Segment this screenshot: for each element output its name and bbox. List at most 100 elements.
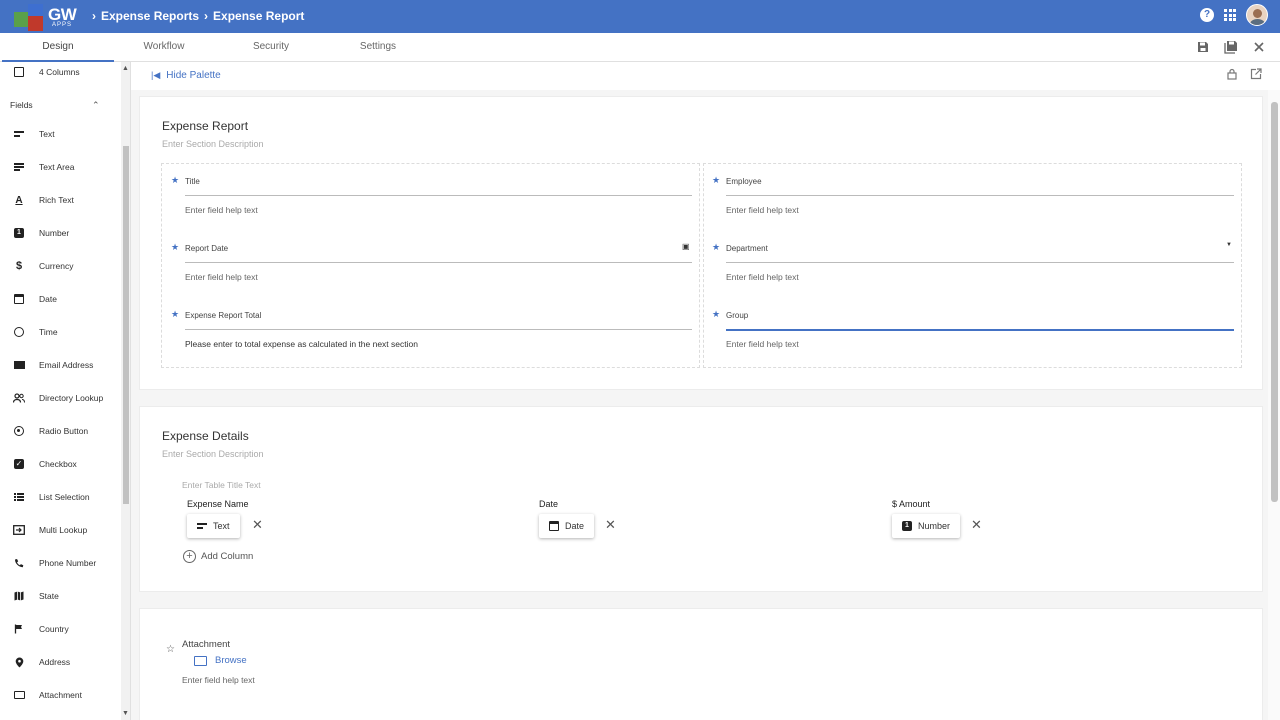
apps-grid-icon[interactable] <box>1224 9 1236 21</box>
required-star-icon: ★ <box>712 309 721 319</box>
scroll-up-arrow-icon[interactable]: ▲ <box>122 65 129 72</box>
folder-icon <box>13 689 25 701</box>
collapse-left-icon: |◀ <box>151 70 161 80</box>
column-header-expense-name[interactable]: Expense Name <box>187 499 249 509</box>
checkbox-icon: ✓ <box>14 459 24 469</box>
columns-icon <box>13 66 25 78</box>
sidebar-item-radio-button[interactable]: Radio Button <box>0 421 120 441</box>
field-report-date[interactable]: ★ Report Date ▣ Enter field help text <box>171 242 694 287</box>
field-title[interactable]: ★ Title Enter field help text <box>171 175 694 220</box>
tab-settings[interactable]: Settings <box>322 33 434 62</box>
logo-green-square <box>14 12 29 27</box>
clock-icon <box>13 326 25 338</box>
section-title[interactable]: Expense Details <box>162 429 249 443</box>
sidebar-item-country[interactable]: Country <box>0 619 120 639</box>
close-icon[interactable] <box>1252 40 1266 54</box>
form-canvas: |◀ Hide Palette Expense Report Enter Sec… <box>131 62 1280 720</box>
avatar[interactable] <box>1246 4 1268 26</box>
field-department[interactable]: ★ Department ▼ Enter field help text <box>712 242 1237 287</box>
sidebar-item-time[interactable]: Time <box>0 322 120 342</box>
sidebar-item-text[interactable]: Text <box>0 124 120 144</box>
flag-icon <box>13 623 25 635</box>
save-as-icon[interactable] <box>1224 40 1238 54</box>
hide-palette-button[interactable]: |◀ Hide Palette <box>151 70 221 81</box>
table-title-input[interactable]: Enter Table Title Text <box>182 480 261 490</box>
column-type-chip-number[interactable]: 1 Number <box>892 514 961 538</box>
chevron-right-icon: › <box>92 9 96 23</box>
breadcrumb-expense-report: Expense Report <box>213 9 305 23</box>
top-bar: GW APPS › Expense Reports › Expense Repo… <box>0 0 1280 33</box>
remove-column-icon[interactable]: ✕ <box>252 517 263 533</box>
field-expense-report-total[interactable]: ★ Expense Report Total Please enter to t… <box>171 309 694 354</box>
designer-tabs: Design Workflow Security Settings <box>0 33 1280 62</box>
map-icon <box>13 590 25 602</box>
sidebar-item-email-address[interactable]: Email Address <box>0 355 120 375</box>
attachment-label: Attachment <box>182 639 231 650</box>
field-palette-sidebar: 4 Columns Fields ⌃ Text Text Area A Rich… <box>0 62 131 720</box>
remove-column-icon[interactable]: ✕ <box>971 517 982 533</box>
dropdown-arrow-icon[interactable]: ▼ <box>1226 242 1232 248</box>
list-icon <box>13 491 25 503</box>
section-description[interactable]: Enter Section Description <box>162 449 264 459</box>
section-attachment[interactable] <box>139 608 1263 720</box>
sidebar-item-state[interactable]: State <box>0 586 120 606</box>
column-header-date[interactable]: Date <box>539 499 558 509</box>
column-header-amount[interactable]: $ Amount <box>892 499 930 509</box>
sidebar-item-address[interactable]: Address <box>0 652 120 672</box>
multi-lookup-icon <box>13 524 25 536</box>
optional-star-icon[interactable]: ☆ <box>166 644 175 655</box>
required-star-icon: ★ <box>712 175 721 185</box>
sidebar-item-attachment[interactable]: Attachment <box>0 685 120 705</box>
section-expense-details[interactable]: Expense Details Enter Section Descriptio… <box>139 406 1263 592</box>
field-help-text: Enter field help text <box>182 675 255 685</box>
sidebar-item-number[interactable]: 1 Number <box>0 223 120 243</box>
sidebar-item-checkbox[interactable]: ✓ Checkbox <box>0 454 120 474</box>
pin-icon <box>13 656 25 668</box>
scroll-down-arrow-icon[interactable]: ▼ <box>122 710 129 717</box>
sidebar-item-phone-number[interactable]: Phone Number <box>0 553 120 573</box>
sidebar-item-rich-text[interactable]: A Rich Text <box>0 190 120 210</box>
column-type-chip-text[interactable]: Text <box>187 514 240 538</box>
tab-design[interactable]: Design <box>2 33 114 62</box>
gw-apps-logo[interactable]: GW APPS <box>14 4 80 31</box>
sidebar-item-multi-lookup[interactable]: Multi Lookup <box>0 520 120 540</box>
text-area-icon <box>13 161 25 173</box>
sidebar-item-directory-lookup[interactable]: Directory Lookup <box>0 388 120 408</box>
add-column-button[interactable]: + Add Column <box>183 550 253 563</box>
chevron-up-icon[interactable]: ⌃ <box>92 100 100 111</box>
sidebar-scrollbar-thumb[interactable] <box>123 146 129 504</box>
browse-button[interactable]: Browse <box>194 655 247 666</box>
save-icon[interactable] <box>1196 40 1210 54</box>
dollar-icon: $ <box>15 260 23 272</box>
sidebar-item-4-columns[interactable]: 4 Columns <box>0 62 120 82</box>
open-external-icon[interactable] <box>1250 68 1262 80</box>
calendar-icon <box>13 293 25 305</box>
column-type-chip-date[interactable]: Date <box>539 514 595 538</box>
tab-security[interactable]: Security <box>215 33 327 62</box>
chevron-right-icon: › <box>204 9 209 23</box>
calendar-icon <box>549 521 559 531</box>
breadcrumb-expense-reports[interactable]: Expense Reports <box>101 9 199 23</box>
section-expense-report[interactable]: Expense Report Enter Section Description… <box>139 96 1263 390</box>
calendar-icon[interactable]: ▣ <box>682 242 690 251</box>
remove-column-icon[interactable]: ✕ <box>605 517 616 533</box>
rich-text-icon: A <box>15 194 23 206</box>
logo-red-square <box>28 16 43 31</box>
section-title[interactable]: Expense Report <box>162 119 248 133</box>
sidebar-item-date[interactable]: Date <box>0 289 120 309</box>
sidebar-item-list-selection[interactable]: List Selection <box>0 487 120 507</box>
tab-workflow[interactable]: Workflow <box>108 33 220 62</box>
required-star-icon: ★ <box>712 242 721 252</box>
field-employee[interactable]: ★ Employee Enter field help text <box>712 175 1237 220</box>
sidebar-item-currency[interactable]: $ Currency <box>0 256 120 276</box>
fields-section-label: Fields <box>10 100 33 110</box>
field-group[interactable]: ★ Group Enter field help text <box>712 309 1237 354</box>
sidebar-item-text-area[interactable]: Text Area <box>0 157 120 177</box>
radio-icon <box>13 425 25 437</box>
section-description[interactable]: Enter Section Description <box>162 139 264 149</box>
help-icon[interactable]: ? <box>1200 8 1214 22</box>
number-icon: 1 <box>902 521 912 531</box>
canvas-scrollbar-thumb[interactable] <box>1271 102 1278 502</box>
text-lines-icon <box>13 128 25 140</box>
lock-icon[interactable] <box>1226 68 1238 80</box>
